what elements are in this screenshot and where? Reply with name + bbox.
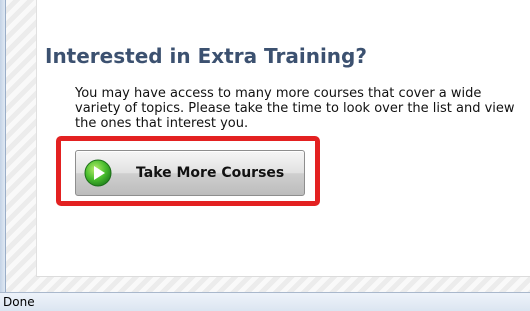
browser-window: Interested in Extra Training? You may ha…: [0, 0, 530, 311]
status-text: Done: [3, 295, 35, 309]
play-icon: [84, 159, 112, 187]
take-more-courses-button[interactable]: Take More Courses: [75, 150, 305, 196]
description-text: You may have access to many more courses…: [75, 86, 515, 131]
page-title: Interested in Extra Training?: [45, 44, 367, 68]
content-panel: Interested in Extra Training? You may ha…: [36, 0, 530, 277]
status-bar: Done: [0, 292, 530, 311]
button-label: Take More Courses: [136, 165, 285, 181]
